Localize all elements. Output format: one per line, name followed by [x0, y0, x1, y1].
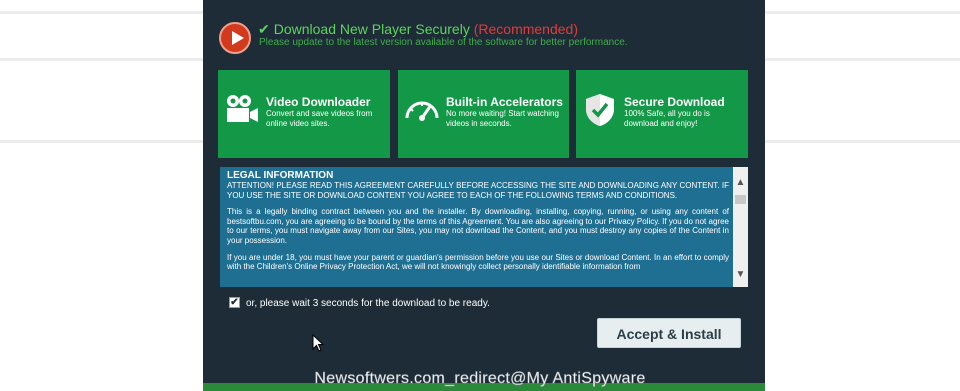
feature-title: Secure Download	[624, 95, 725, 109]
legal-heading: LEGAL INFORMATION	[227, 170, 334, 181]
scroll-down-icon[interactable]: ▼	[733, 267, 748, 282]
video-camera-icon	[227, 95, 258, 122]
header-title: ✔ Download New Player Securely (Recommend…	[258, 21, 578, 37]
feature-description: Convert and save videos from online vide…	[266, 109, 373, 128]
legal-scrollbar[interactable]: ▲ ▼	[733, 167, 748, 287]
speedometer-icon	[405, 101, 439, 121]
recommended-label: (Recommended)	[473, 21, 578, 37]
background-stripe	[0, 58, 203, 61]
wait-checkbox[interactable]: ✔	[229, 297, 240, 308]
checkmark-icon: ✔	[258, 21, 270, 37]
background-stripe	[765, 58, 960, 61]
installer-panel: ✔ Download New Player Securely (Recommend…	[203, 0, 765, 383]
scroll-thumb[interactable]	[735, 195, 746, 204]
scroll-up-icon[interactable]: ▲	[733, 175, 748, 190]
play-icon	[219, 22, 251, 54]
legal-paragraph: If you are under 18, you must have your …	[227, 252, 729, 272]
background-stripe	[765, 11, 960, 14]
legal-paragraph: This is a legally binding contract betwe…	[227, 207, 729, 245]
feature-accelerators: Built-in Accelerators No more waiting! S…	[398, 70, 569, 158]
feature-description: 100% Safe, all you do is download and en…	[624, 109, 710, 128]
legal-information-box[interactable]: LEGAL INFORMATION ATTENTION! PLEASE READ…	[220, 167, 748, 287]
shield-check-icon	[586, 94, 614, 126]
feature-video-downloader: Video Downloader Convert and save videos…	[218, 70, 390, 158]
feature-title: Video Downloader	[266, 95, 371, 109]
header-subtitle: Please update to the latest version avai…	[259, 37, 628, 48]
background-stripe	[0, 11, 203, 14]
feature-description: No more waiting! Start watching videos i…	[446, 109, 559, 128]
legal-paragraph: ATTENTION! PLEASE READ THIS AGREEMENT CA…	[227, 181, 729, 200]
background-stripe	[765, 140, 960, 143]
feature-title: Built-in Accelerators	[446, 95, 563, 109]
legal-text: LEGAL INFORMATION ATTENTION! PLEASE READ…	[227, 170, 729, 279]
feature-secure-download: Secure Download 100% Safe, all you do is…	[576, 70, 748, 158]
watermark-text: Newsoftwers.com_redirect@My AntiSpyware	[314, 370, 646, 388]
wait-checkbox-label: or, please wait 3 seconds for the downlo…	[246, 298, 490, 309]
background-stripe	[0, 140, 203, 143]
accept-install-button[interactable]: Accept & Install	[597, 318, 741, 348]
